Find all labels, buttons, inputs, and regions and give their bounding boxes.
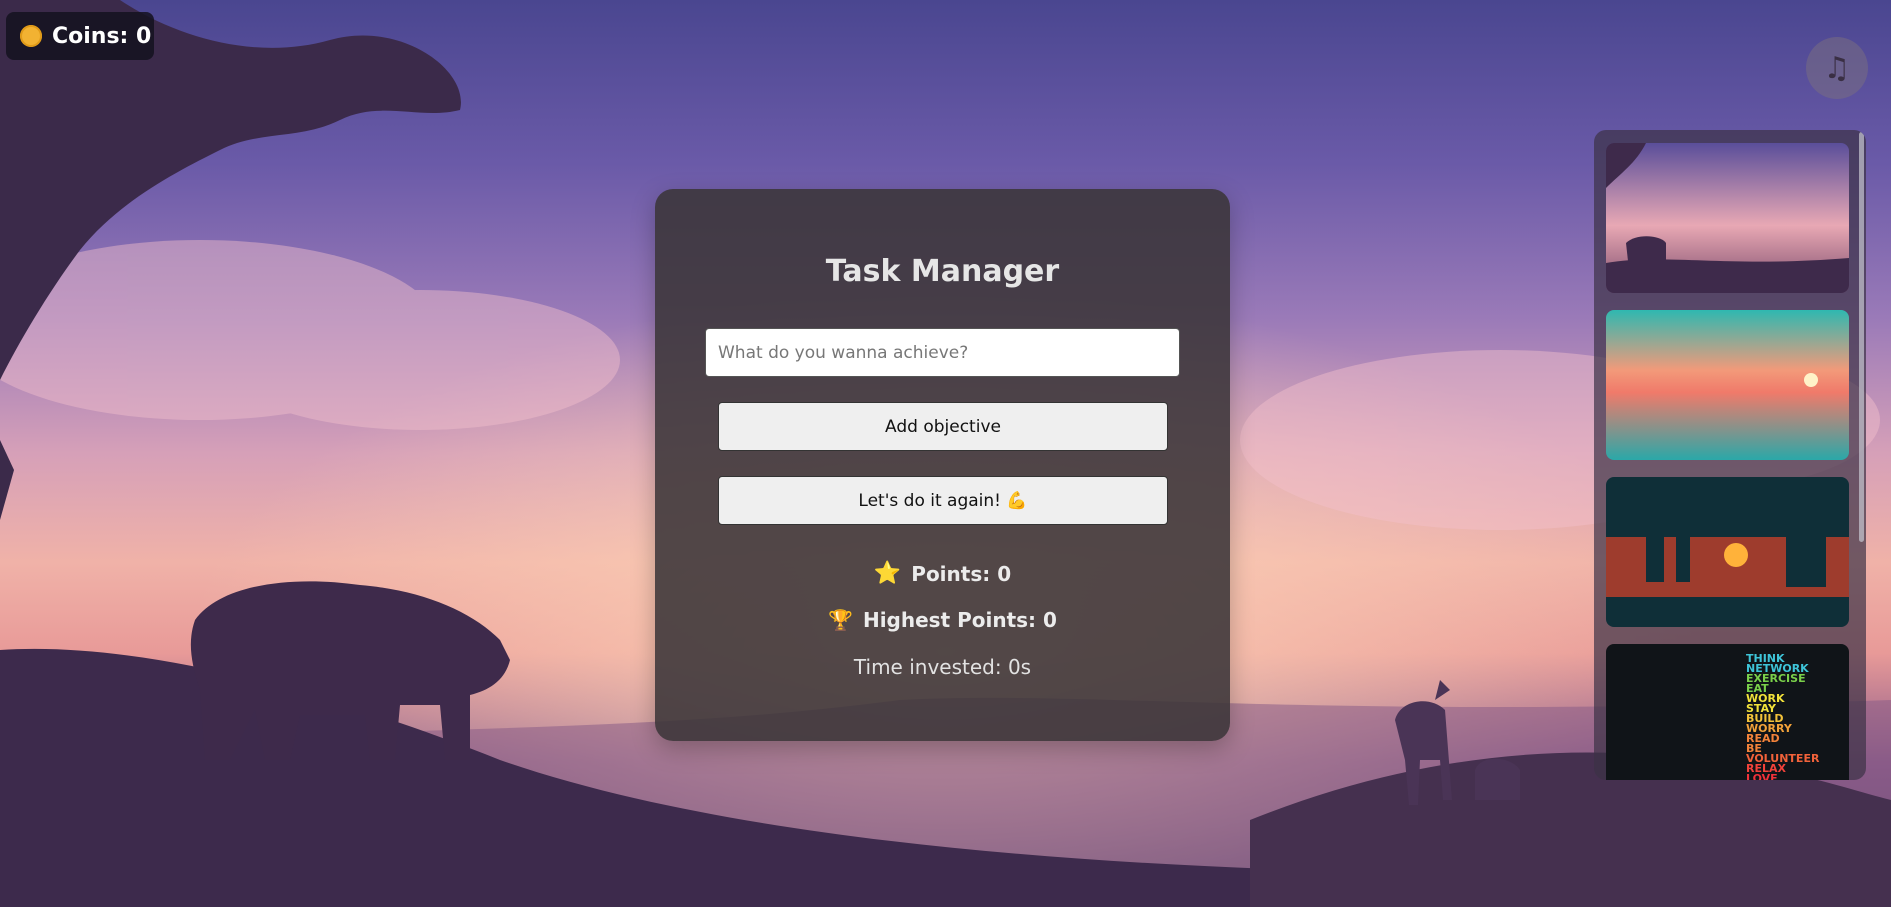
music-note-icon: ♫ <box>1823 50 1851 86</box>
trophy-icon: 🏆 <box>828 608 853 632</box>
wallpaper-thumbnail-3[interactable] <box>1606 477 1849 627</box>
wallpaper-thumbnail-4[interactable]: THINK NETWORK EXERCISE EAT WORK STAY BUILD WORR… <box>1606 644 1849 780</box>
page-title: Task Manager <box>825 254 1060 289</box>
highest-points-stat: 🏆 Highest Points: 0 <box>655 608 1230 632</box>
wallpaper-thumbnail-2[interactable] <box>1606 310 1849 460</box>
wallpaper-gallery[interactable]: THINK NETWORK EXERCISE EAT WORK STAY BUILD WORR… <box>1594 130 1866 780</box>
task-manager-card: Task Manager Add objective Let's do it a… <box>655 189 1230 741</box>
objective-input[interactable] <box>705 328 1180 377</box>
gallery-scrollbar[interactable] <box>1859 132 1864 542</box>
star-icon: ⭐ <box>873 561 902 586</box>
motivational-word: LOVE <box>1746 772 1778 780</box>
points-label: Points: 0 <box>911 561 1012 586</box>
wallpaper-thumbnail-1[interactable] <box>1606 143 1849 293</box>
coins-badge: Coins: 0 <box>6 12 154 60</box>
music-toggle-button[interactable]: ♫ <box>1806 37 1868 99</box>
coin-icon <box>20 25 42 47</box>
points-stat: ⭐ Points: 0 <box>655 561 1230 586</box>
coins-label: Coins: 0 <box>52 23 152 49</box>
do-it-again-button[interactable]: Let's do it again! 💪 <box>718 476 1168 525</box>
highest-points-label: Highest Points: 0 <box>862 608 1057 632</box>
add-objective-button[interactable]: Add objective <box>718 402 1168 451</box>
time-invested-stat: Time invested: 0s <box>853 655 1032 679</box>
